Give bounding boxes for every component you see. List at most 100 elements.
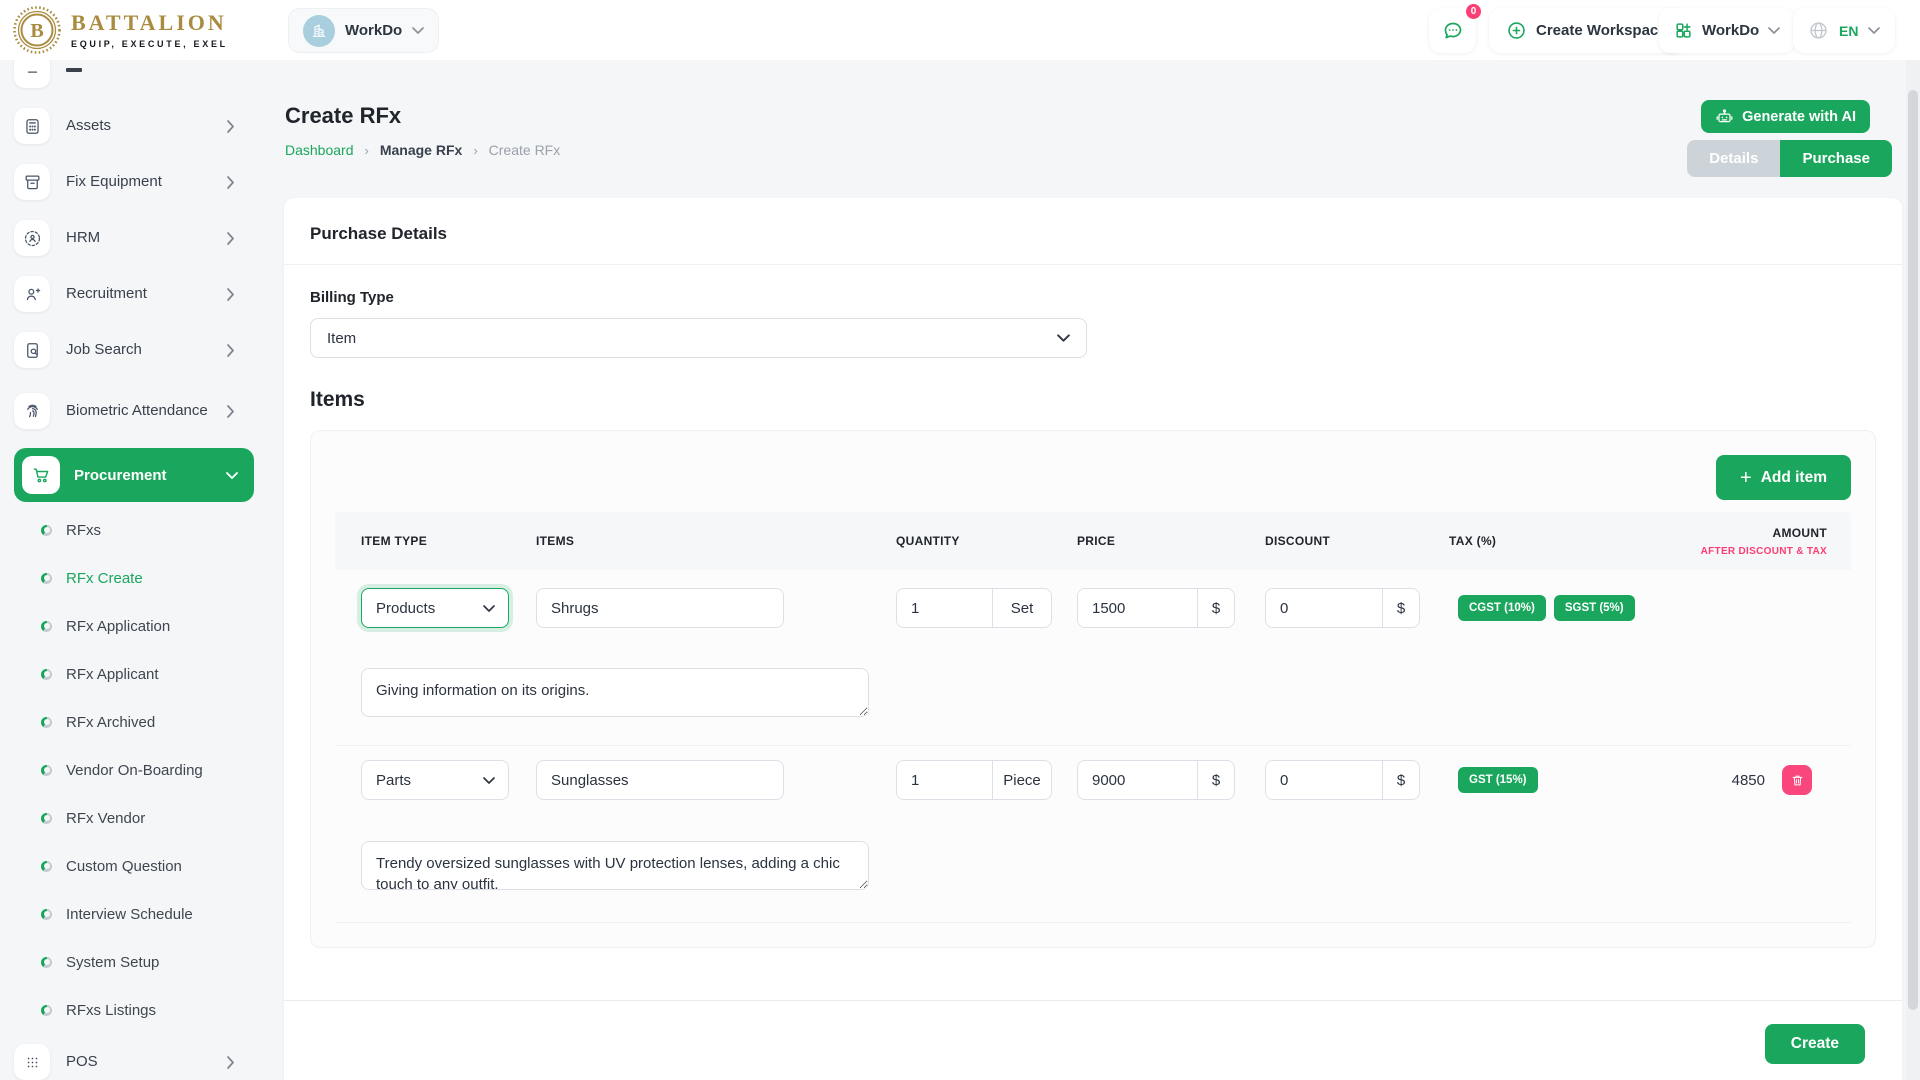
sidebar: Assets Fix Equipment HRM xyxy=(0,60,257,1080)
item-name-input[interactable] xyxy=(536,588,784,628)
purchase-form-card: Purchase Details Billing Type Item Items… xyxy=(284,198,1902,1080)
chevron-right-icon xyxy=(227,1056,235,1069)
breadcrumb-current: Create RFx xyxy=(489,142,561,158)
sidebar-subitem-rfx-vendor[interactable]: RFx Vendor xyxy=(14,794,257,842)
brand-logo[interactable]: B BATTALION EQUIP, EXECUTE, EXEL xyxy=(12,5,228,55)
tab-details[interactable]: Details xyxy=(1687,140,1780,177)
sidebar-item-biometric-attendance[interactable]: Biometric Attendance xyxy=(14,378,257,444)
view-tabs: Details Purchase xyxy=(1687,140,1892,177)
sidebar-subitem-system-setup[interactable]: System Setup xyxy=(14,938,257,986)
sidebar-subitem-rfxs-listings[interactable]: RFxs Listings xyxy=(14,986,257,1034)
sidebar-item-hrm[interactable]: HRM xyxy=(14,210,257,266)
billing-type-select[interactable]: Item xyxy=(310,318,1087,358)
col-item-type: ITEM TYPE xyxy=(361,534,536,548)
col-discount: DISCOUNT xyxy=(1265,534,1449,548)
item-name-input[interactable] xyxy=(536,760,784,800)
items-card: + Add item ITEM TYPE ITEMS QUANTITY PRIC… xyxy=(310,430,1876,948)
price-group: $ xyxy=(1077,588,1235,628)
quantity-unit: Set xyxy=(992,589,1051,627)
amount-value: 4850 xyxy=(1732,772,1767,789)
item-description-textarea[interactable]: Trendy oversized sunglasses with UV prot… xyxy=(361,841,869,890)
create-button[interactable]: Create xyxy=(1765,1024,1865,1064)
price-input[interactable] xyxy=(1078,589,1197,627)
workspace-avatar xyxy=(303,15,335,47)
sidebar-subitem-vendor-onboarding[interactable]: Vendor On-Boarding xyxy=(14,746,257,794)
sidebar-item-job-search[interactable]: Job Search xyxy=(14,322,257,378)
item-type-select[interactable]: Products xyxy=(361,588,509,628)
chevron-down-icon xyxy=(1868,27,1880,34)
page-header: Create RFx Dashboard › Manage RFx › Crea… xyxy=(257,60,1920,158)
billing-type-label: Billing Type xyxy=(310,289,1876,306)
sidebar-subitem-custom-question[interactable]: Custom Question xyxy=(14,842,257,890)
sidebar-subitem-rfx-create[interactable]: RFx Create xyxy=(14,554,257,602)
language-selector[interactable]: EN xyxy=(1793,8,1895,53)
trash-icon xyxy=(1790,773,1805,788)
brand-name: BATTALION xyxy=(71,10,227,35)
plus-icon: + xyxy=(1740,468,1752,488)
sidebar-subitem-rfx-application[interactable]: RFx Application xyxy=(14,602,257,650)
messages-button[interactable]: 0 xyxy=(1429,8,1476,53)
sidebar-item-pos[interactable]: POS xyxy=(14,1034,257,1080)
account-menu[interactable]: WorkDo xyxy=(1659,8,1795,53)
quantity-unit: Piece xyxy=(992,761,1051,799)
brand-emblem-icon: B xyxy=(12,5,62,55)
col-quantity: QUANTITY xyxy=(896,534,1077,548)
bullet-icon xyxy=(41,717,52,728)
item-row: Parts Piece $ xyxy=(335,760,1851,923)
quantity-group: Piece xyxy=(896,760,1052,800)
discount-input[interactable] xyxy=(1266,589,1382,627)
grid-dots-icon xyxy=(14,1044,50,1080)
discount-currency: $ xyxy=(1382,589,1419,627)
robot-icon xyxy=(1715,107,1734,126)
tax-badge: GST (15%) xyxy=(1458,767,1538,793)
add-item-button[interactable]: + Add item xyxy=(1716,455,1851,500)
sidebar-item-recruitment[interactable]: Recruitment xyxy=(14,266,257,322)
globe-icon xyxy=(1808,20,1829,41)
sidebar-subitem-rfx-applicant[interactable]: RFx Applicant xyxy=(14,650,257,698)
discount-currency: $ xyxy=(1382,761,1419,799)
sidebar-subitem-rfx-archived[interactable]: RFx Archived xyxy=(14,698,257,746)
scrollbar-thumb[interactable] xyxy=(1908,90,1918,1010)
sidebar-item-partial[interactable] xyxy=(14,60,257,98)
fingerprint-icon xyxy=(14,393,50,429)
breadcrumb-manage-rfx[interactable]: Manage RFx xyxy=(380,142,462,158)
chevron-down-icon xyxy=(483,605,495,612)
price-group: $ xyxy=(1077,760,1235,800)
breadcrumb-dashboard[interactable]: Dashboard xyxy=(285,142,354,158)
chevron-right-icon xyxy=(227,176,235,189)
item-description-textarea[interactable]: Giving information on its origins. xyxy=(361,668,869,717)
quantity-input[interactable] xyxy=(897,589,992,627)
page-scrollbar[interactable] xyxy=(1906,60,1920,1080)
col-amount-subtitle: AFTER DISCOUNT & TAX xyxy=(1701,546,1827,557)
quantity-input[interactable] xyxy=(897,761,992,799)
generate-with-ai-button[interactable]: Generate with AI xyxy=(1701,100,1870,133)
chevron-right-icon xyxy=(227,232,235,245)
sidebar-subitem-rfxs[interactable]: RFxs xyxy=(14,506,257,554)
shopping-cart-icon xyxy=(22,456,60,494)
breadcrumb-separator: › xyxy=(365,143,369,158)
bullet-icon xyxy=(41,813,52,824)
bullet-icon xyxy=(41,861,52,872)
item-row: Products Set $ xyxy=(335,588,1851,746)
price-input[interactable] xyxy=(1078,761,1197,799)
archive-box-icon xyxy=(14,164,50,200)
create-workspace-button[interactable]: Create Workspace xyxy=(1489,8,1684,53)
sidebar-item-procurement[interactable]: Procurement xyxy=(14,448,254,502)
grid-plus-icon xyxy=(1674,21,1693,40)
discount-input[interactable] xyxy=(1266,761,1382,799)
workspace-switcher[interactable]: WorkDo xyxy=(288,8,439,53)
plus-circle-icon xyxy=(1506,20,1527,41)
col-amount: AMOUNT AFTER DISCOUNT & TAX xyxy=(1689,526,1827,557)
item-type-select[interactable]: Parts xyxy=(361,760,509,800)
sidebar-item-fix-equipment[interactable]: Fix Equipment xyxy=(14,154,257,210)
chevron-right-icon xyxy=(227,405,235,418)
messages-count-badge: 0 xyxy=(1464,2,1483,21)
delete-item-button[interactable] xyxy=(1782,765,1812,795)
sidebar-subitem-interview-schedule[interactable]: Interview Schedule xyxy=(14,890,257,938)
bullet-icon xyxy=(41,525,52,536)
tax-badge: SGST (5%) xyxy=(1554,595,1635,621)
tax-badges: GST (15%) xyxy=(1449,767,1689,793)
sidebar-item-assets[interactable]: Assets xyxy=(14,98,257,154)
chevron-down-icon xyxy=(483,777,495,784)
tab-purchase[interactable]: Purchase xyxy=(1780,140,1892,177)
